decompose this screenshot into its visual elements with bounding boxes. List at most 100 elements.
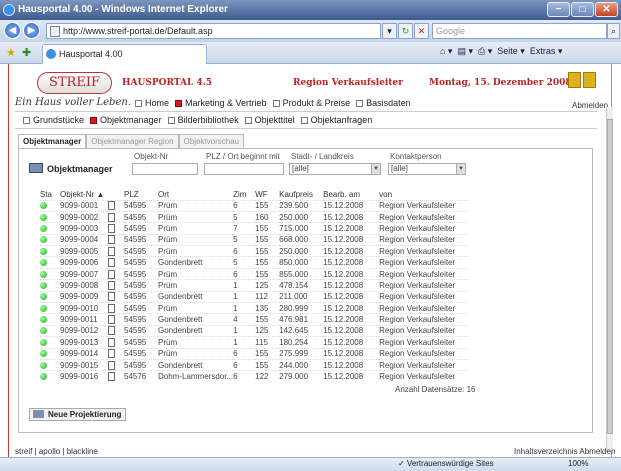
main-nav-item[interactable]: Produkt & Preise [267,98,350,108]
footer-links[interactable]: streif | apollo | blackline [15,447,98,456]
tab-2[interactable]: Objektvorschau [178,134,245,148]
scrollbar-thumb[interactable] [607,119,613,434]
document-icon[interactable] [108,360,115,370]
close-button[interactable]: ✕ [595,2,618,17]
sub-nav-item[interactable]: Grundstücke [17,115,84,125]
footer-right-links[interactable]: Inhaltsverzeichnis Abmelden [514,447,615,456]
objekt-nr-cell[interactable]: 9099-0009 [60,290,108,303]
table-row[interactable]: 9099-0016 54576 Dohm-Lammersdor... 6 122 279.… [40,370,470,383]
tab-1[interactable]: Objektmanager Region [86,134,179,148]
zoom-level[interactable]: 100% [568,459,588,468]
objekt-nr-cell[interactable]: 9099-0013 [60,336,108,349]
table-row[interactable]: 9099-0006 54595 Gondenbrett 5 155 850.000 15.1… [40,256,470,269]
back-icon[interactable]: ◀ [4,22,21,39]
scrollbar[interactable] [606,107,613,452]
table-row[interactable]: 9099-0009 54595 Gondenbrett 1 112 211.000 15.1… [40,290,470,303]
logout-link[interactable]: Abmelden [572,101,608,110]
sub-nav-item[interactable]: Objektmanager [84,115,162,125]
document-icon[interactable] [108,258,115,268]
table-row[interactable]: 9099-0004 54595 Prüm 5 155 668.000 15.12.2008 R… [40,233,470,246]
home-icon[interactable]: ⌂ ▾ [440,46,452,56]
clipboard-icon[interactable] [568,72,581,88]
table-row[interactable]: 9099-0012 54595 Gondenbrett 1 125 142.645 15.1… [40,324,470,337]
column-header[interactable]: WF [255,189,279,200]
document-icon[interactable] [108,212,115,222]
document-icon[interactable] [108,246,115,256]
objekt-nr-cell[interactable]: 9099-0001 [60,199,108,212]
column-header[interactable]: Kaufpreis [279,189,323,200]
main-nav-item[interactable]: Basisdaten [350,98,411,108]
page-menu[interactable]: Seite ▾ [497,46,525,56]
objekt-nr-cell[interactable]: 9099-0015 [60,358,108,371]
url-input[interactable]: http://www.streif-portal.de/Default.asp [46,23,381,39]
document-icon[interactable] [108,372,115,382]
streif-logo[interactable]: STREIF [37,72,112,94]
objekt-nr-cell[interactable]: 9099-0004 [60,233,108,246]
table-row[interactable]: 9099-0011 54595 Gondenbrett 4 155 476.981 15.1… [40,313,470,326]
objekt-nr-cell[interactable]: 9099-0003 [60,222,108,235]
table-row[interactable]: 9099-0014 54595 Prüm 6 155 275.999 15.12.2008 R… [40,347,470,360]
document-icon[interactable] [108,303,115,313]
objekt-nr-cell[interactable]: 9099-0016 [60,370,108,383]
table-row[interactable]: 9099-0003 54595 Prüm 7 155 715.000 15.12.2008 R… [40,222,470,235]
new-project-button[interactable]: Neue Projektierung [29,408,127,421]
plz-input[interactable] [204,163,284,175]
document-icon[interactable] [108,223,115,233]
refresh-icon[interactable]: ↻ [398,23,413,39]
column-header[interactable] [108,189,124,200]
objekt-nr-cell[interactable]: 9099-0012 [60,324,108,337]
minimize-button[interactable]: − [547,2,570,17]
document-icon[interactable] [108,349,115,359]
column-header[interactable]: Sta [40,189,60,200]
stop-icon[interactable]: ✕ [414,23,429,39]
table-row[interactable]: 9099-0015 54595 Gondenbrett 6 155 244.000 15.1… [40,358,470,371]
document-icon[interactable] [108,201,115,211]
objekt-nr-cell[interactable]: 9099-0007 [60,267,108,280]
table-row[interactable]: 9099-0007 54595 Prüm 6 155 855.000 15.12.2008 R… [40,267,470,280]
sub-nav-item[interactable]: Bilderbibliothek [162,115,239,125]
document-icon[interactable] [108,337,115,347]
objektnr-input[interactable] [132,163,198,175]
objekt-nr-cell[interactable]: 9099-0010 [60,301,108,314]
objekt-nr-cell[interactable]: 9099-0005 [60,245,108,257]
url-dropdown-icon[interactable]: ▾ [382,23,397,39]
objekt-nr-cell[interactable]: 9099-0011 [60,313,108,326]
print-icon[interactable]: ⎙ ▾ [478,46,492,56]
chevron-down-icon[interactable]: ▼ [371,164,380,174]
favorites-star-icon[interactable]: ★ [6,46,16,59]
table-row[interactable]: 9099-0010 54595 Prüm 1 135 280.999 15.12.2008 R… [40,301,470,314]
objekt-nr-cell[interactable]: 9099-0002 [60,210,108,223]
column-header[interactable]: Objekt-Nr ▲ [60,189,108,200]
document-icon[interactable] [108,280,115,290]
column-header[interactable]: Zim [233,189,255,200]
document-icon[interactable] [108,269,115,279]
column-header[interactable]: von [379,189,469,200]
document-icon[interactable] [108,292,115,302]
objekt-nr-cell[interactable]: 9099-0014 [60,347,108,360]
add-favorite-icon[interactable]: ✚ [22,46,31,59]
stadt-select[interactable]: [alle] ▼ [289,163,381,175]
sub-nav-item[interactable]: Objekttitel [239,115,295,125]
table-row[interactable]: 9099-0002 54595 Prüm 5 160 250.000 15.12.2008 R… [40,210,470,223]
forward-icon[interactable]: ▶ [23,22,40,39]
chevron-down-icon[interactable]: ▼ [456,164,465,174]
sub-nav-item[interactable]: Objektanfragen [295,115,372,125]
main-nav-item[interactable]: Marketing & Vertrieb [169,98,267,108]
tab-0[interactable]: Objektmanager [18,134,87,148]
table-row[interactable]: 9099-0001 54595 Prüm 6 155 239.500 15.12.2008 R… [40,199,470,212]
tools-menu[interactable]: Extras ▾ [530,46,563,56]
search-input[interactable]: Google [432,23,607,39]
search-icon[interactable]: ⌕ [607,23,620,39]
document-icon[interactable] [108,326,115,336]
table-row[interactable]: 9099-0013 54595 Prüm 1 115 180.254 15.12.2008 R… [40,336,470,349]
column-header[interactable]: PLZ [124,189,158,200]
objekt-nr-cell[interactable]: 9099-0006 [60,256,108,269]
document-icon[interactable] [108,315,115,325]
feeds-icon[interactable]: ▤ ▾ [457,46,473,56]
kontakt-select[interactable]: [alle] ▼ [388,163,466,175]
export-icon[interactable] [583,72,596,88]
maximize-button[interactable]: □ [571,2,594,17]
table-row[interactable]: 9099-0008 54595 Prüm 1 125 478.154 15.12.2008 R… [40,279,470,292]
main-nav-item[interactable]: Home [129,98,169,108]
column-header[interactable]: Bearb. am [323,189,379,200]
